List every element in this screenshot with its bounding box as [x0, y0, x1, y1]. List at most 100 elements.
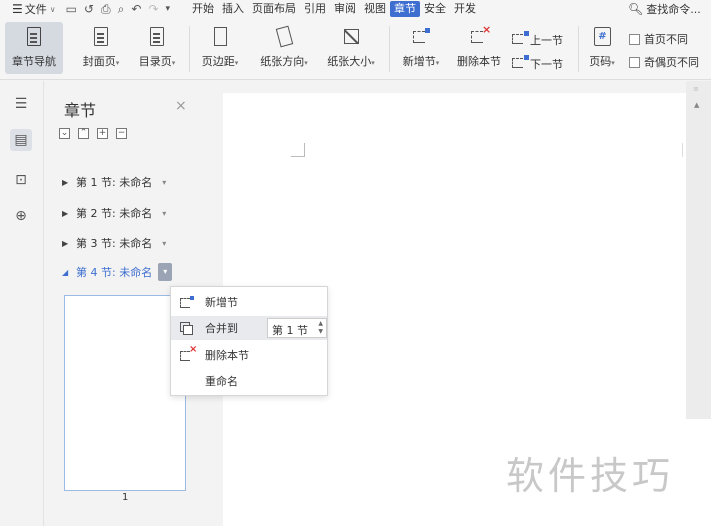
new-section-button[interactable]: 新增节▾	[395, 22, 447, 74]
checkbox-box	[629, 56, 640, 68]
chapter-panel-icon[interactable]: ▤	[10, 129, 32, 151]
spinner-arrows-icon[interactable]: ▲ ▼	[318, 320, 323, 336]
section-item-3[interactable]: ▶ 第 3 节: 未命名 ▾	[62, 235, 166, 251]
chevron-down-icon[interactable]: ▾	[162, 239, 166, 248]
cover-page-button[interactable]: 封面页▾	[74, 22, 128, 74]
first-page-different-label: 首页不同	[644, 33, 688, 46]
menu-bar: ☰ 文件 ∨ ▭ ↺ ⎙ ⌕ ↶ ↷ ▾ 开始 插入 页面布局 引用 审阅 视图…	[0, 0, 711, 18]
first-page-different-checkbox[interactable]: 首页不同	[629, 31, 688, 47]
section-label: 第 3 节: 未命名	[76, 237, 153, 250]
page-number-label: 页码	[589, 55, 612, 68]
section-label: 第 4 节: 未命名	[76, 266, 153, 279]
command-search[interactable]: 🔍︎ 查找命令...	[628, 0, 701, 18]
bookmark-icon[interactable]: ⊡	[10, 169, 32, 191]
chapter-nav-button[interactable]: 章节导航	[5, 22, 63, 74]
merge-target-value: 第 1 节	[272, 324, 308, 337]
next-section-label: 下一节	[530, 58, 563, 71]
ribbon-tabs: 开始 插入 页面布局 引用 审阅 视图 章节 安全 开发	[188, 1, 480, 17]
add-section-icon[interactable]: +	[97, 128, 108, 139]
expand-all-icon[interactable]: ⌃	[78, 128, 89, 139]
menu-item-merge-to[interactable]: 合并到 第 1 节 ▲ ▼	[171, 316, 327, 340]
delete-section-icon	[468, 23, 491, 49]
menu-item-rename[interactable]: 重命名	[171, 369, 327, 393]
cover-page-icon	[90, 25, 112, 49]
scroll-up-icon[interactable]: ▲	[694, 101, 699, 109]
margin-corner-mark	[682, 143, 683, 157]
section-label: 第 1 节: 未命名	[76, 176, 153, 189]
menu-item-new-section[interactable]: 新增节	[171, 290, 327, 314]
margin-icon	[209, 25, 231, 49]
page-thumbnail[interactable]	[64, 295, 186, 491]
print-preview-icon[interactable]: ⌕	[118, 2, 125, 17]
paper-size-button[interactable]: 纸张大小▾	[320, 22, 382, 74]
menu-item-label: 删除本节	[205, 349, 249, 362]
section-label: 第 2 节: 未命名	[76, 207, 153, 220]
new-section-icon	[180, 296, 194, 308]
chevron-down-icon[interactable]: ▾	[162, 209, 166, 218]
caret-right-icon[interactable]: ▶	[62, 178, 72, 187]
remove-section-icon[interactable]: −	[116, 128, 127, 139]
file-menu[interactable]: ☰ 文件 ∨	[0, 1, 56, 17]
tab-review[interactable]: 审阅	[330, 1, 360, 17]
section-item-1[interactable]: ▶ 第 1 节: 未命名 ▾	[62, 174, 166, 190]
redo-icon[interactable]: ↷	[148, 2, 158, 16]
grip-icon: ≡	[693, 85, 699, 93]
delete-section-button[interactable]: 删除本节	[451, 22, 507, 74]
caret-right-icon[interactable]: ▶	[62, 209, 72, 218]
next-section-icon	[512, 55, 529, 70]
page-number-button[interactable]: # 页码▾	[583, 22, 621, 74]
menu-item-label: 合并到	[205, 322, 238, 335]
margin-button[interactable]: 页边距▾	[194, 22, 246, 74]
merge-target-spinner[interactable]: 第 1 节 ▲ ▼	[267, 318, 327, 338]
section-dropdown-button[interactable]: ▾	[158, 263, 173, 281]
prev-section-button[interactable]: 上一节	[512, 31, 563, 48]
section-item-2[interactable]: ▶ 第 2 节: 未命名 ▾	[62, 205, 166, 221]
cover-page-label: 封面页	[82, 55, 116, 68]
orientation-button[interactable]: 纸张方向▾	[252, 22, 316, 74]
watermark: 软件技巧	[506, 454, 675, 498]
left-icon-strip: ☰ ▤ ⊡ ⊕	[0, 81, 44, 526]
print-icon[interactable]: ⎙	[101, 2, 111, 17]
orientation-label: 纸张方向	[260, 55, 305, 68]
tab-page-layout[interactable]: 页面布局	[248, 1, 300, 17]
toc-page-button[interactable]: 目录页▾	[130, 22, 184, 74]
tab-home[interactable]: 开始	[188, 1, 218, 17]
close-icon[interactable]: ×	[175, 98, 187, 114]
paper-size-icon	[340, 25, 362, 49]
find-icon[interactable]: ⊕	[10, 205, 32, 227]
tab-developer[interactable]: 开发	[450, 1, 480, 17]
next-section-button[interactable]: 下一节	[512, 55, 563, 72]
ribbon-divider	[189, 26, 190, 72]
tab-security[interactable]: 安全	[420, 1, 450, 17]
checkbox-box	[629, 33, 640, 45]
prev-section-icon	[512, 31, 529, 46]
tab-insert[interactable]: 插入	[218, 1, 248, 17]
undo-icon[interactable]: ↶	[131, 2, 141, 16]
quick-access-toolbar: ▭ ↺ ⎙ ⌕ ↶ ↷ ▾	[66, 2, 170, 17]
margin-label: 页边距	[201, 55, 235, 68]
collapse-all-icon[interactable]: ⌄	[59, 128, 70, 139]
undo-history-icon[interactable]: ↺	[84, 2, 94, 16]
menu-item-delete-section[interactable]: 删除本节	[171, 343, 327, 367]
customize-icon[interactable]: ▾	[166, 4, 171, 14]
outline-icon[interactable]: ☰	[10, 93, 32, 115]
caret-right-icon[interactable]: ▶	[62, 239, 72, 248]
panel-toolbar: ⌄ ⌃ + −	[59, 128, 127, 139]
section-context-menu: 新增节 合并到 第 1 节 ▲▼ 删除本节 重命名	[170, 286, 328, 396]
tab-references[interactable]: 引用	[300, 1, 330, 17]
caret-down-icon[interactable]: ◢	[62, 268, 72, 277]
chapter-nav-icon	[23, 25, 45, 49]
tab-chapter[interactable]: 章节	[390, 1, 421, 17]
toc-page-icon	[146, 25, 168, 49]
page-number-icon: #	[591, 25, 613, 49]
search-icon: 🔍︎	[628, 2, 644, 16]
chevron-down-icon[interactable]: ▾	[162, 178, 166, 187]
ribbon-toolbar: 章节导航 封面页▾ 目录页▾ 页边距▾ 纸张方向▾ 纸张大小▾ 新增节▾ 删除本…	[0, 18, 711, 80]
tab-view[interactable]: 视图	[360, 1, 390, 17]
vertical-scrollbar[interactable]: ≡ ▲	[686, 81, 711, 419]
save-icon[interactable]: ▭	[66, 2, 77, 16]
odd-even-different-label: 奇偶页不同	[644, 56, 699, 69]
odd-even-different-checkbox[interactable]: 奇偶页不同	[629, 54, 699, 70]
section-item-4[interactable]: ◢ 第 4 节: 未命名 ▾	[62, 263, 173, 281]
thumbnail-page-number: 1	[122, 492, 129, 503]
